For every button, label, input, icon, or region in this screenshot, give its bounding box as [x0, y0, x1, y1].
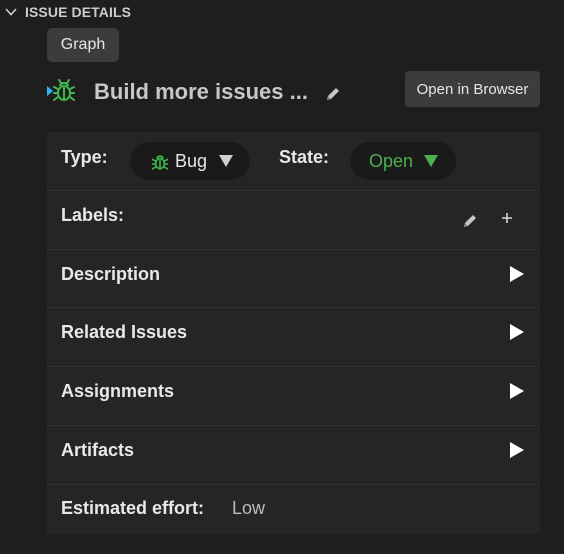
artifacts-label: Artifacts — [61, 440, 135, 460]
plus-icon[interactable] — [500, 211, 514, 225]
related-issues-row[interactable]: Related Issues — [47, 307, 540, 367]
related-issues-label: Related Issues — [61, 322, 188, 342]
bug-icon — [47, 79, 75, 101]
assignments-label: Assignments — [61, 381, 175, 401]
expand-arrow-icon[interactable] — [510, 383, 524, 399]
labels-label: Labels: — [61, 205, 125, 225]
type-dropdown[interactable]: Bug — [130, 142, 250, 180]
effort-value[interactable]: Low — [232, 498, 265, 519]
graph-button[interactable]: Graph — [47, 28, 119, 62]
section-header[interactable]: ISSUE DETAILS — [0, 0, 564, 24]
issue-details-view: ISSUE DETAILS Graph Build more issues ..… — [0, 0, 564, 554]
pencil-icon[interactable] — [461, 212, 479, 230]
chevron-down-icon — [5, 8, 17, 16]
state-label: State: — [279, 147, 330, 167]
state-dropdown[interactable]: Open — [350, 142, 456, 180]
expand-arrow-icon[interactable] — [510, 324, 524, 340]
pencil-icon[interactable] — [324, 85, 342, 103]
assignments-row[interactable]: Assignments — [47, 366, 540, 426]
caret-down-icon — [219, 155, 233, 167]
type-value: Bug — [175, 151, 208, 171]
bug-icon — [151, 155, 169, 170]
caret-down-icon — [424, 155, 438, 167]
details-panel: Type: Bug State: Open Labels: Descriptio… — [47, 132, 540, 534]
effort-label: Estimated effort: — [61, 498, 205, 518]
description-row[interactable]: Description — [47, 249, 540, 308]
type-label: Type: — [61, 147, 108, 167]
artifacts-row[interactable]: Artifacts — [47, 425, 540, 485]
type-state-row: Type: Bug State: Open — [47, 132, 540, 191]
expand-arrow-icon[interactable] — [510, 266, 524, 282]
open-in-browser-button[interactable]: Open in Browser — [405, 71, 540, 107]
section-title: ISSUE DETAILS — [25, 4, 132, 20]
state-value: Open — [369, 151, 414, 171]
issue-title[interactable]: Build more issues ... — [94, 79, 308, 105]
description-label: Description — [61, 264, 161, 284]
labels-row: Labels: — [47, 190, 540, 250]
expand-arrow-icon[interactable] — [510, 442, 524, 458]
